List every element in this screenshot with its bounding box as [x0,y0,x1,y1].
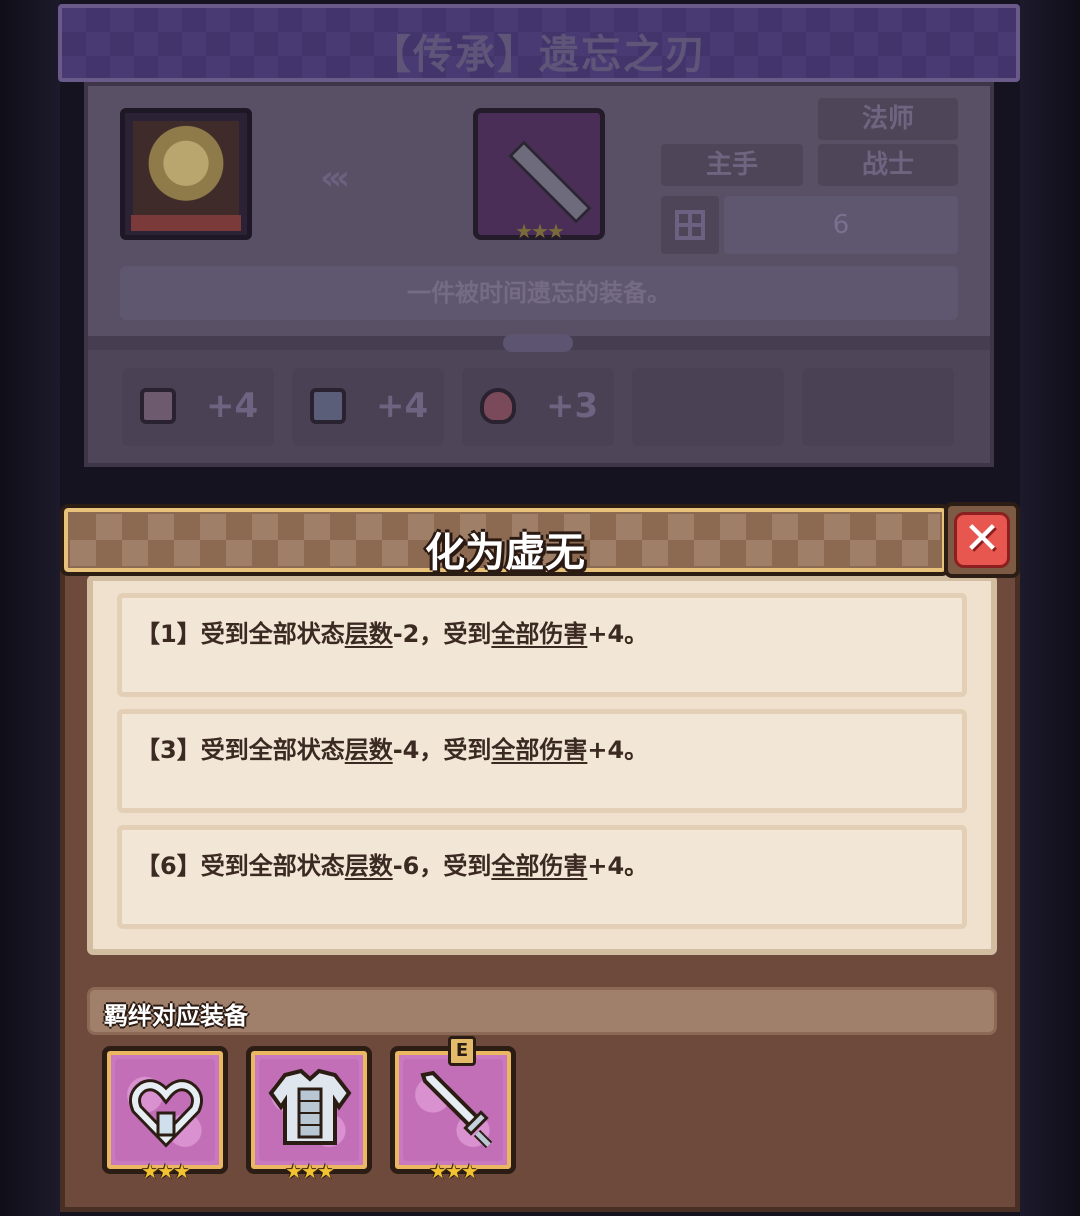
keyword-link[interactable]: 层数 [345,620,393,648]
stat-empty-slot [802,368,954,446]
item-icon[interactable]: ★★★ [473,108,605,243]
item-body: ‹‹‹ ★★★ 法师 主手 战士 6 一件被时间遗忘的装备。 +4 +4 +3 [84,82,994,467]
hero-portrait[interactable] [120,108,252,240]
item-description: 一件被时间遗忘的装备。 [120,266,958,320]
count-icon-box [661,196,719,254]
item-count: 6 [724,196,958,254]
tag-class-warrior: 战士 [818,144,958,186]
heart-icon [480,388,516,424]
bond-equipment-title: 羁绊对应装备 [104,1002,248,1030]
stat-empty-slot [632,368,784,446]
equipment-stars: ★★★ [429,1159,479,1183]
background-right [1020,0,1080,1216]
sword-icon [508,140,592,224]
item-info-card: 【传承】遗忘之刃 ‹‹‹ ★★★ 法师 主手 战士 6 一件被时间遗忘的装备。 [58,4,1020,504]
item-title-banner: 【传承】遗忘之刃 [58,4,1020,82]
equipment-stars: ★★★ [285,1159,335,1183]
keyword-link[interactable]: 层数 [345,736,393,764]
bond-effect-text: 【3】受到全部状态层数-4，受到全部伤害+4。 [136,736,649,764]
armor-icon [268,1068,352,1145]
close-button[interactable]: ✕ [944,502,1020,578]
grid-icon [675,210,705,240]
equipped-badge: E [448,1036,476,1066]
sword-icon [420,1070,493,1149]
book-icon [310,388,346,424]
stat-heart: +3 [462,368,614,446]
keyword-link[interactable]: 全部伤害 [491,852,587,880]
heart-necklace-icon [129,1079,203,1148]
shield-icon [140,388,176,424]
close-icon: ✕ [954,512,1010,568]
bond-effects-panel: 【1】受到全部状态层数-2，受到全部伤害+4。 【3】受到全部状态层数-4，受到… [87,575,997,955]
tag-slot-mainhand: 主手 [661,144,803,186]
bond-equipment-header: 羁绊对应装备 [87,987,997,1035]
bond-effect-row: 【1】受到全部状态层数-2，受到全部伤害+4。 [117,593,967,697]
item-rarity-stars: ★★★ [515,219,565,243]
hero-portrait-image [133,121,239,215]
tag-class-mage: 法师 [818,98,958,140]
bond-popup: 【1】受到全部状态层数-2，受到全部伤害+4。 【3】受到全部状态层数-4，受到… [60,500,1020,1212]
keyword-link[interactable]: 层数 [345,852,393,880]
keyword-link[interactable]: 全部伤害 [491,620,587,648]
background-left [0,0,60,1216]
bond-effect-row: 【6】受到全部状态层数-6，受到全部伤害+4。 [117,825,967,929]
equipment-slot-armor[interactable]: ★★★ [246,1046,372,1183]
item-title: 【传承】遗忘之刃 [371,32,707,78]
popup-title-banner: 化为虚无 [60,504,950,576]
chevrons-left-icon: ‹‹‹ [320,158,350,198]
stat-book: +4 [292,368,444,446]
keyword-link[interactable]: 全部伤害 [491,736,587,764]
equipment-slot-heart-necklace[interactable]: ★★★ [102,1046,228,1183]
stat-shield: +4 [122,368,274,446]
bond-effect-row: 【3】受到全部状态层数-4，受到全部伤害+4。 [117,709,967,813]
bond-effect-text: 【6】受到全部状态层数-6，受到全部伤害+4。 [136,852,649,880]
popup-title: 化为虚无 [425,530,585,576]
bond-effect-text: 【1】受到全部状态层数-2，受到全部伤害+4。 [136,620,649,648]
equipment-stars: ★★★ [141,1159,191,1183]
